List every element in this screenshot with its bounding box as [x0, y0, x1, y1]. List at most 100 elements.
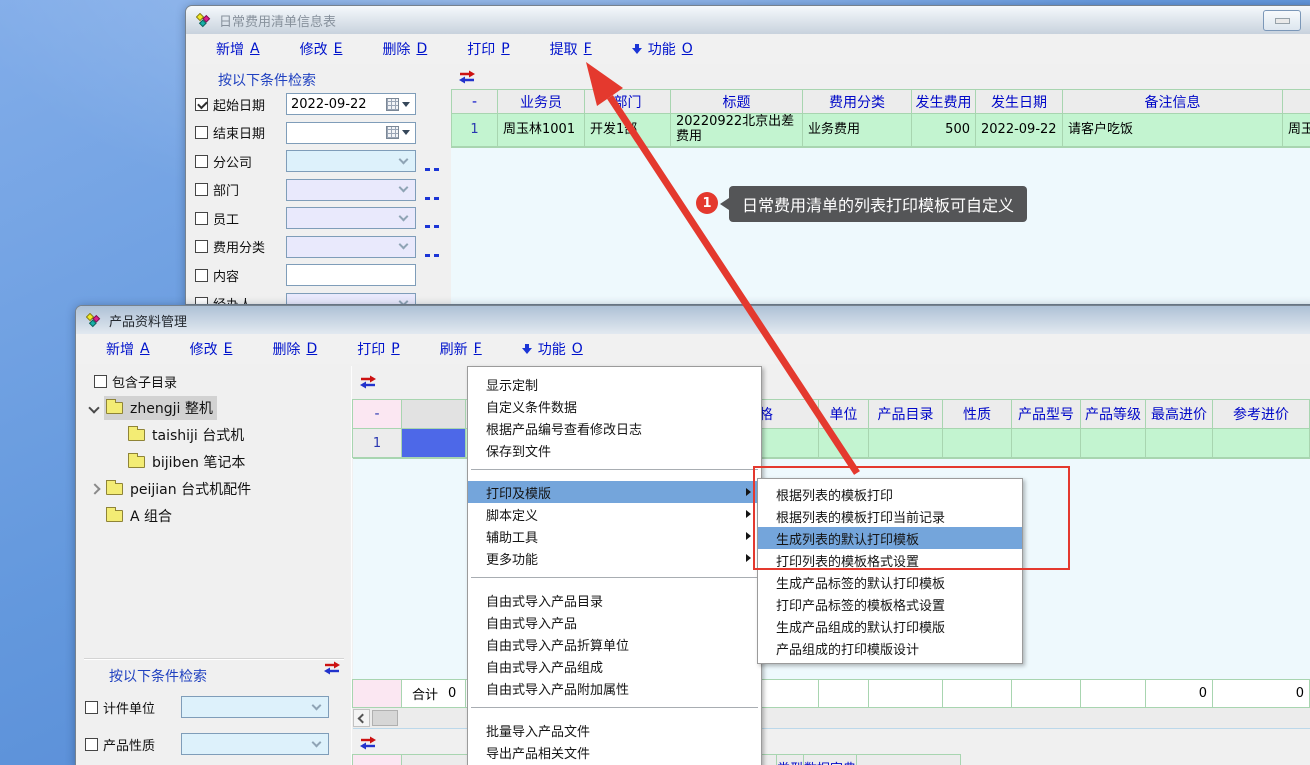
menu-item[interactable]: [471, 577, 758, 578]
toolbar-button[interactable]: 新增A: [106, 339, 150, 359]
column-header[interactable]: 备注信息: [1062, 89, 1283, 114]
toolbar-button[interactable]: 提取F: [550, 39, 592, 59]
menu-item[interactable]: 生成产品标签的默认打印模板: [758, 571, 1022, 593]
menu-item[interactable]: 保存到文件: [468, 439, 761, 461]
menu-item[interactable]: 打印产品标签的模板格式设置: [758, 593, 1022, 615]
column-header[interactable]: 发生日期: [975, 89, 1063, 114]
menu-item[interactable]: 辅助工具: [468, 525, 761, 547]
swap-columns-icon[interactable]: [358, 736, 378, 750]
menu-item[interactable]: [471, 707, 758, 708]
swap-columns-icon[interactable]: [358, 375, 378, 389]
toolbar-button[interactable]: 删除D: [272, 339, 317, 359]
table-cell[interactable]: [942, 428, 1012, 458]
table-cell[interactable]: 请客户吃饭: [1062, 113, 1283, 147]
toolbar-button[interactable]: 功能O: [632, 39, 693, 59]
column-header[interactable]: 类型: [776, 754, 804, 765]
menu-item[interactable]: 批量导入产品文件: [468, 719, 761, 741]
column-header[interactable]: 产品等级: [1080, 399, 1146, 429]
toolbar-button[interactable]: 打印P: [357, 339, 399, 359]
calendar-icon[interactable]: [386, 126, 399, 139]
toolbar-button[interactable]: 删除D: [382, 39, 427, 59]
column-header[interactable]: [1282, 89, 1310, 114]
menu-item[interactable]: 根据产品编号查看修改日志: [468, 417, 761, 439]
swap-columns-icon[interactable]: [457, 70, 477, 84]
table-row[interactable]: 1周玉林1001开发1部20220922北京出差费用业务费用5002022-09…: [451, 113, 1310, 147]
expander-icon[interactable]: [88, 484, 104, 494]
expander-icon[interactable]: [110, 430, 126, 440]
calendar-icon[interactable]: [386, 98, 399, 111]
browse-button[interactable]: [425, 242, 439, 261]
toolbar-button[interactable]: 刷新F: [440, 339, 482, 359]
column-header[interactable]: 业务员: [497, 89, 585, 114]
table-cell[interactable]: 1: [451, 113, 498, 147]
table-cell[interactable]: [1080, 428, 1146, 458]
date-input[interactable]: 2022-09-22: [286, 93, 416, 115]
combo-box[interactable]: [286, 179, 416, 201]
menu-item[interactable]: 打印列表的模板格式设置: [758, 549, 1022, 571]
menu-item[interactable]: 自由式导入产品: [468, 611, 761, 633]
checkbox[interactable]: [85, 738, 98, 751]
combo-box[interactable]: [286, 236, 416, 258]
checkbox[interactable]: [195, 155, 208, 168]
menu-item[interactable]: 产品组成的打印模版设计: [758, 637, 1022, 659]
tree-node[interactable]: bijiben 笔记本: [76, 448, 346, 475]
text-input[interactable]: [286, 264, 416, 286]
menu-item[interactable]: [471, 469, 758, 470]
checkbox[interactable]: [195, 269, 208, 282]
swap-columns-icon[interactable]: [322, 661, 342, 675]
column-header[interactable]: -: [451, 89, 498, 114]
checkbox[interactable]: [195, 212, 208, 225]
checkbox[interactable]: [195, 126, 208, 139]
browse-button[interactable]: [425, 185, 439, 204]
tree-node[interactable]: A 组合: [76, 502, 346, 529]
column-header[interactable]: 部门: [584, 89, 671, 114]
checkbox[interactable]: [195, 98, 208, 111]
column-header[interactable]: 最高进价: [1145, 399, 1213, 429]
toolbar-button[interactable]: 打印P: [467, 39, 509, 59]
menu-item[interactable]: 脚本定义: [468, 503, 761, 525]
checkbox[interactable]: [94, 375, 107, 388]
toolbar-button[interactable]: 修改E: [300, 39, 343, 59]
scrollbar-thumb[interactable]: [372, 710, 398, 726]
expense-titlebar[interactable]: 日常费用清单信息表: [186, 6, 1310, 34]
combo-box[interactable]: [286, 150, 416, 172]
corner-header[interactable]: [352, 754, 402, 765]
toolbar-button[interactable]: 修改E: [190, 339, 233, 359]
checkbox[interactable]: [85, 701, 98, 714]
column-header[interactable]: 单位: [818, 399, 869, 429]
dropdown-arrow-icon[interactable]: [402, 102, 410, 107]
table-cell[interactable]: [1212, 428, 1310, 458]
checkbox[interactable]: [195, 297, 208, 305]
table-cell[interactable]: 500: [911, 113, 976, 147]
table-cell[interactable]: [818, 428, 869, 458]
table-cell[interactable]: [1011, 428, 1081, 458]
table-cell[interactable]: [868, 428, 943, 458]
column-header[interactable]: [401, 399, 466, 429]
combo-box[interactable]: [181, 733, 329, 755]
tree-node[interactable]: peijian 台式机配件: [76, 475, 346, 502]
menu-item[interactable]: 打印及模版: [468, 481, 761, 503]
menu-item[interactable]: 导出产品相关文件: [468, 741, 761, 763]
menu-item[interactable]: 自定义条件数据: [468, 395, 761, 417]
table-cell[interactable]: 2022-09-22: [975, 113, 1063, 147]
menu-item[interactable]: 根据列表的模板打印: [758, 483, 1022, 505]
column-header[interactable]: 产品型号: [1011, 399, 1081, 429]
menu-item[interactable]: 更多功能: [468, 547, 761, 569]
table-cell[interactable]: [1145, 428, 1213, 458]
product-titlebar[interactable]: 产品资料管理: [76, 306, 1310, 334]
scroll-left-button[interactable]: [353, 709, 370, 727]
selected-cell[interactable]: [401, 428, 466, 458]
tree-node[interactable]: zhengji 整机: [76, 394, 346, 421]
menu-item[interactable]: 显示定制: [468, 373, 761, 395]
combo-box[interactable]: [286, 207, 416, 229]
table-cell[interactable]: 20220922北京出差费用: [670, 113, 803, 147]
toolbar-button[interactable]: 新增A: [216, 39, 260, 59]
browse-button[interactable]: [425, 213, 439, 232]
corner-header[interactable]: -: [352, 399, 402, 429]
column-header[interactable]: 发生费用: [911, 89, 976, 114]
menu-item[interactable]: 根据列表的模板打印当前记录: [758, 505, 1022, 527]
checkbox[interactable]: [195, 240, 208, 253]
menu-item[interactable]: 生成列表的默认打印模板: [758, 527, 1022, 549]
table-cell[interactable]: 业务费用: [802, 113, 912, 147]
column-header[interactable]: 性质: [942, 399, 1012, 429]
